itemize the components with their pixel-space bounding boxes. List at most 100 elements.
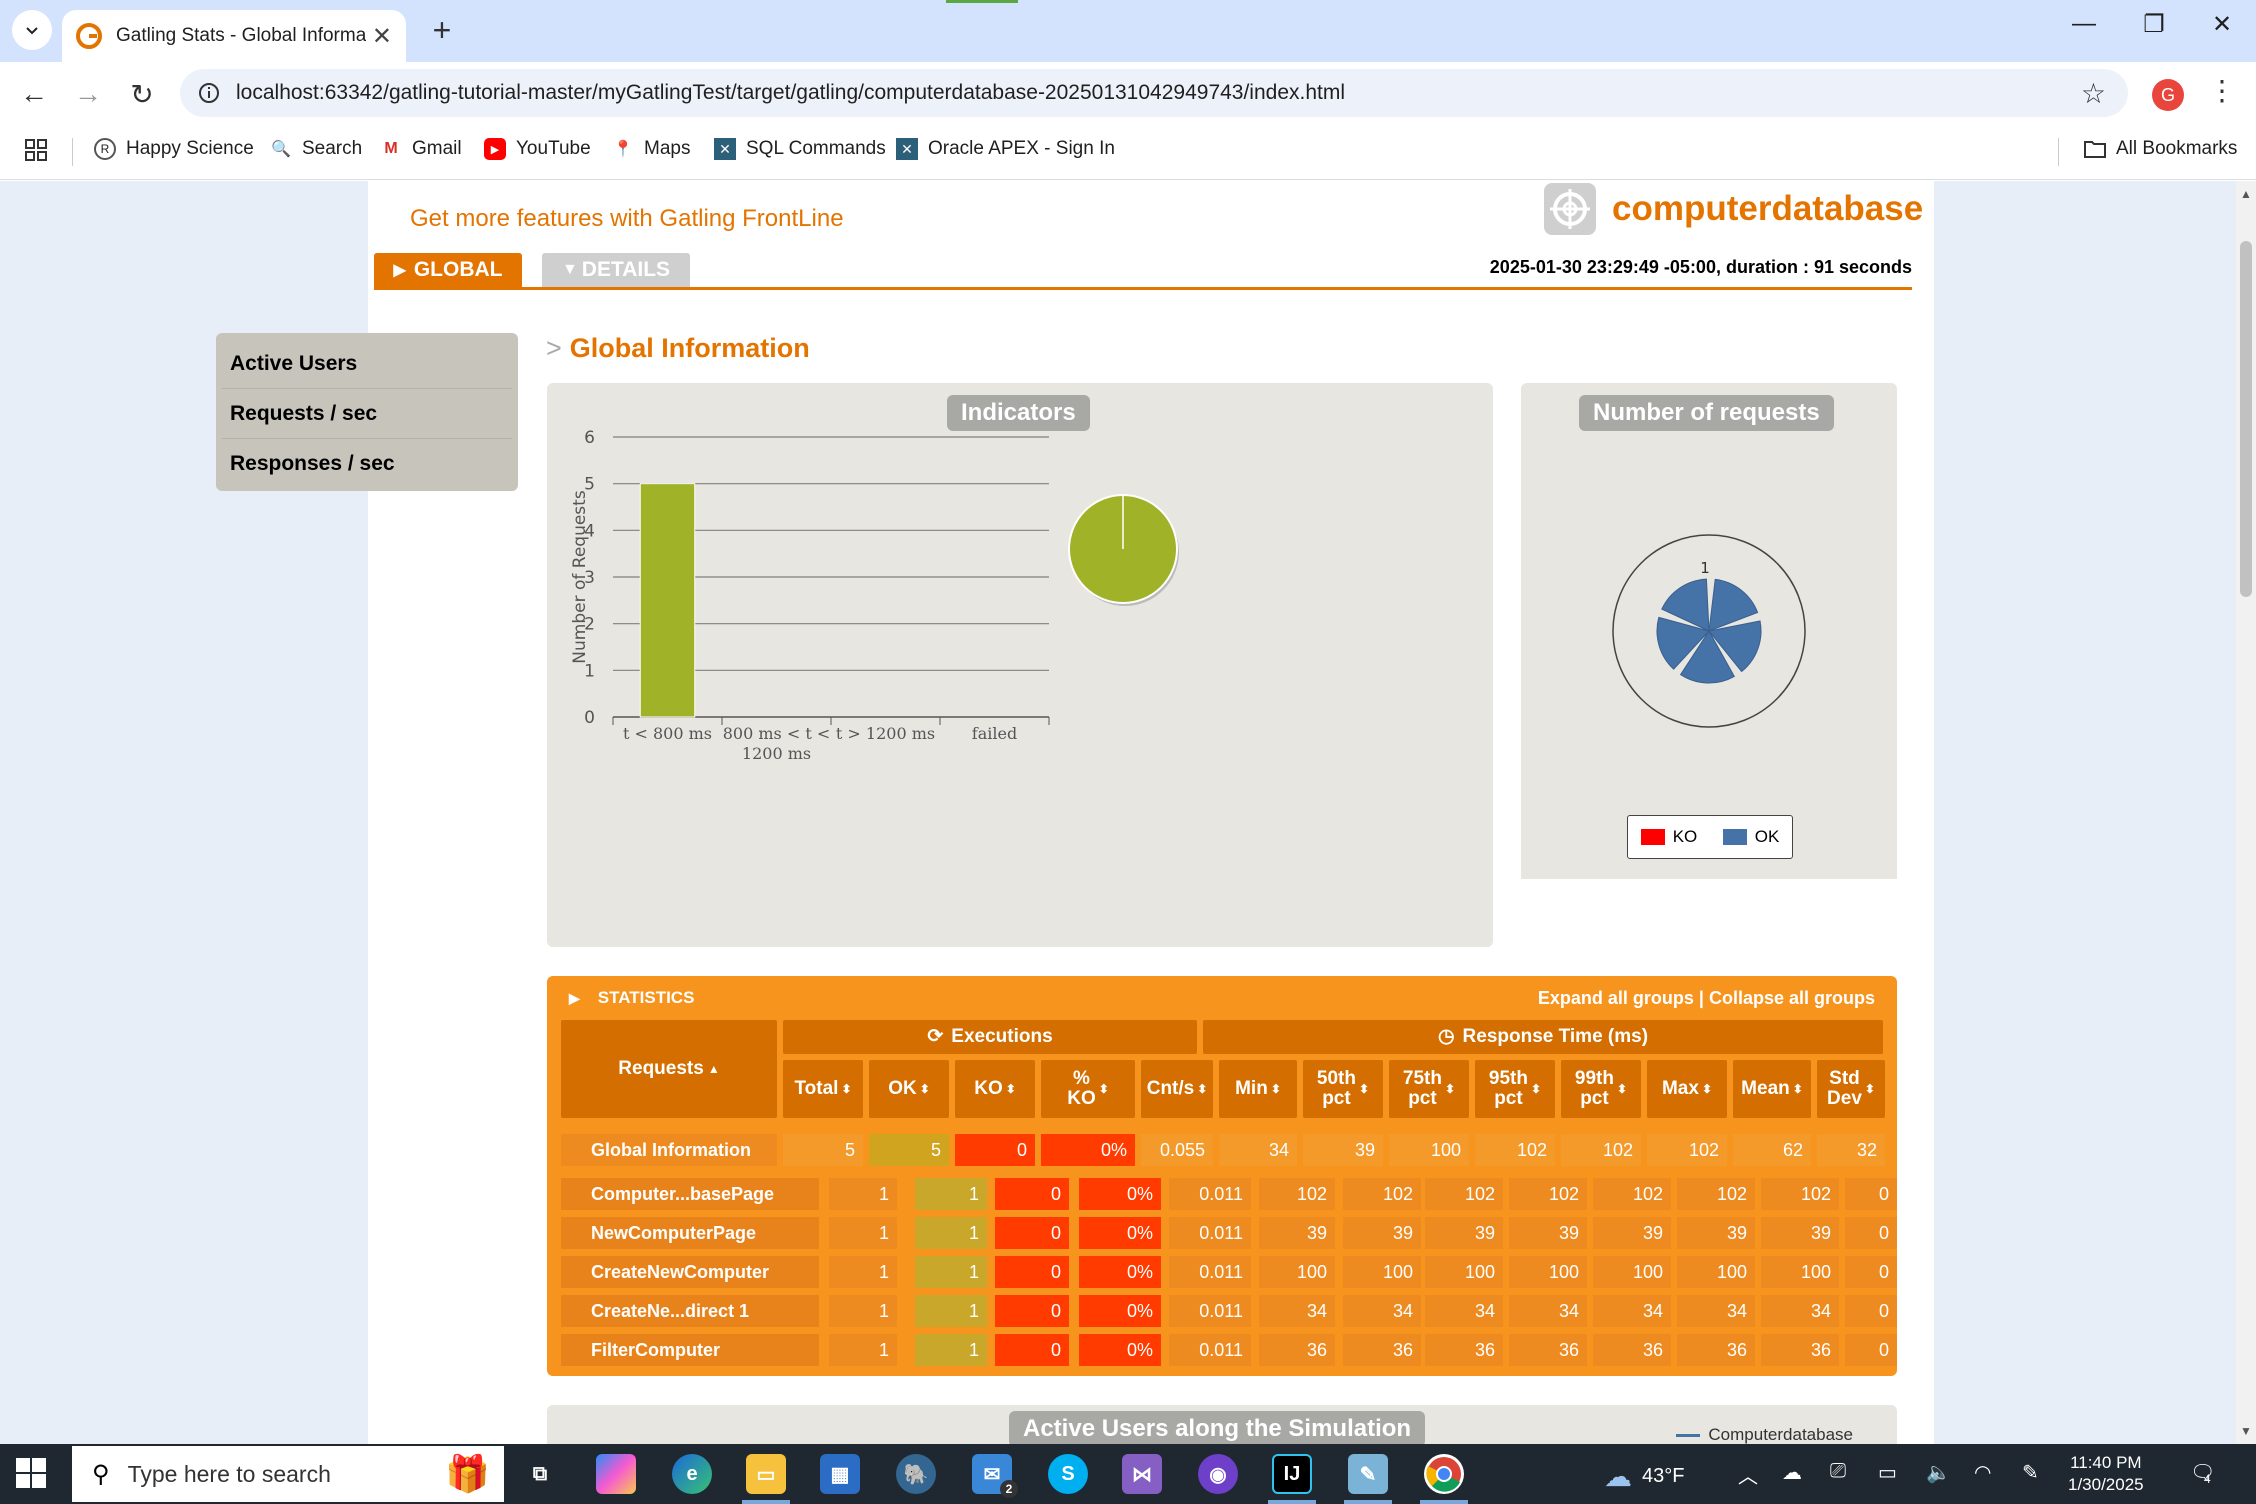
column-header-cnt-s[interactable]: Cnt/s ⬍ <box>1141 1060 1213 1118</box>
column-header-mean[interactable]: Mean ⬍ <box>1733 1060 1811 1118</box>
address-bar[interactable]: localhost:63342/gatling-tutorial-master/… <box>180 69 2128 117</box>
start-button[interactable] <box>16 1458 46 1493</box>
github-desktop-icon[interactable]: ◉ <box>1198 1454 1238 1494</box>
table-row-cell: 34 <box>1425 1295 1503 1327</box>
skype-icon[interactable]: S <box>1048 1454 1088 1494</box>
sidebar-menu: Active Users Requests / sec Responses / … <box>216 333 518 491</box>
scroll-down-icon[interactable]: ▼ <box>2240 1424 2252 1438</box>
weather-widget[interactable]: ☁ 43°F <box>1604 1460 1684 1493</box>
page-scrollbar[interactable]: ▲ ▼ <box>2236 181 2256 1444</box>
table-row-name[interactable]: CreateNewComputer <box>561 1256 819 1288</box>
reload-button[interactable]: ↻ <box>122 74 162 114</box>
table-row-name[interactable]: NewComputerPage <box>561 1217 819 1249</box>
close-window-button[interactable]: ✕ <box>2192 10 2252 39</box>
expand-collapse-groups[interactable]: Expand all groups | Collapse all groups <box>1538 988 1875 1009</box>
column-header-75th-pct[interactable]: 75th pct ⬍ <box>1389 1060 1469 1118</box>
table-row-cell: 39 <box>1425 1217 1503 1249</box>
battery-icon[interactable]: ▭ <box>1878 1460 1897 1485</box>
active-users-panel: Active Users along the Simulation Comput… <box>547 1405 1897 1444</box>
column-header-95th-pct[interactable]: 95th pct ⬍ <box>1475 1060 1555 1118</box>
microsoft-store-icon[interactable]: ▦ <box>820 1454 860 1494</box>
pen-icon[interactable]: ✎ <box>2022 1460 2039 1485</box>
table-row-cell: 1 <box>829 1217 897 1249</box>
column-header-50th-pct[interactable]: 50th pct ⬍ <box>1303 1060 1383 1118</box>
apps-grid-icon[interactable] <box>24 138 48 162</box>
tab-details[interactable]: ▼ DETAILS <box>542 253 690 287</box>
system-clock[interactable]: 11:40 PM 1/30/2025 <box>2068 1452 2144 1496</box>
minimize-button[interactable]: — <box>2054 10 2114 38</box>
wifi-icon[interactable]: ◠ <box>1974 1460 1991 1485</box>
scroll-thumb[interactable] <box>2240 241 2252 597</box>
requests-column-header[interactable]: Requests ▲ <box>561 1020 777 1118</box>
bookmark-star-icon[interactable]: ☆ <box>2081 77 2106 110</box>
url-text: localhost:63342/gatling-tutorial-master/… <box>236 81 1346 104</box>
mail-icon[interactable]: ✉ 2 <box>972 1454 1018 1498</box>
copilot-icon[interactable] <box>596 1454 636 1494</box>
statistics-toggle[interactable]: ▶ STATISTICS <box>569 988 694 1008</box>
table-row-cell: 36 <box>1593 1334 1671 1366</box>
bookmark-sql-commands[interactable]: ✕ SQL Commands <box>714 138 886 160</box>
close-tab-icon[interactable]: ✕ <box>372 22 392 51</box>
sidebar-item-active-users[interactable]: Active Users <box>222 339 512 389</box>
column-header-ko[interactable]: KO ⬍ <box>955 1060 1035 1118</box>
volume-icon[interactable]: 🔈 <box>1926 1460 1951 1485</box>
new-tab-button[interactable]: + <box>422 12 462 49</box>
sidebar-item-responses-sec[interactable]: Responses / sec <box>222 439 512 489</box>
apex-icon: ✕ <box>714 138 736 160</box>
table-row-cell: 1 <box>915 1217 987 1249</box>
forward-button[interactable]: → <box>68 74 108 114</box>
table-row-cell: 100 <box>1593 1256 1671 1288</box>
bookmark-oracle-apex[interactable]: ✕ Oracle APEX - Sign In <box>896 138 1115 160</box>
tray-overflow-icon[interactable]: ︿ <box>1738 1460 1758 1489</box>
gmail-icon: M <box>384 140 398 157</box>
scroll-up-icon[interactable]: ▲ <box>2240 187 2252 201</box>
onedrive-icon[interactable]: ☁ <box>1782 1460 1802 1485</box>
column-header-total[interactable]: Total ⬍ <box>783 1060 863 1118</box>
file-explorer-icon[interactable]: ▭ <box>746 1454 786 1494</box>
legend-swatch-ok <box>1722 829 1747 845</box>
restore-button[interactable]: ❐ <box>2124 10 2184 39</box>
edge-icon[interactable]: e <box>672 1454 712 1494</box>
x-tick-label: failed <box>972 724 1017 743</box>
sidebar-item-requests-sec[interactable]: Requests / sec <box>222 389 512 439</box>
bookmark-gmail[interactable]: M Gmail <box>380 138 461 160</box>
browser-menu-icon[interactable]: ⋮ <box>2208 74 2236 107</box>
profile-avatar[interactable]: G <box>2152 79 2184 111</box>
visual-studio-icon[interactable]: ⋈ <box>1122 1454 1162 1494</box>
bookmark-happy-science[interactable]: R Happy Science <box>94 138 254 160</box>
back-button[interactable]: ← <box>14 74 54 114</box>
task-view-icon[interactable]: ⧉ <box>520 1454 560 1494</box>
frontline-link[interactable]: Get more features with Gatling FrontLine <box>410 205 844 233</box>
tab-search-button[interactable] <box>12 10 52 50</box>
executions-group-header: ⟳ Executions <box>783 1020 1197 1054</box>
column-header-std-dev[interactable]: Std Dev ⬍ <box>1817 1060 1885 1118</box>
notepad-icon[interactable]: ✎ <box>1348 1454 1388 1494</box>
column-header-99th-pct[interactable]: 99th pct ⬍ <box>1561 1060 1641 1118</box>
meet-now-icon[interactable]: ⎚ <box>1830 1460 1846 1483</box>
table-row-name[interactable]: FilterComputer <box>561 1334 819 1366</box>
column-header-max[interactable]: Max ⬍ <box>1647 1060 1727 1118</box>
browser-tab-active[interactable]: Gatling Stats - Global Informati ✕ <box>62 10 406 62</box>
table-row-name[interactable]: CreateNe...direct 1 <box>561 1295 819 1327</box>
table-row-cell: 0% <box>1079 1217 1161 1249</box>
all-bookmarks-button[interactable]: All Bookmarks <box>2084 138 2237 160</box>
bookmark-maps[interactable]: 📍 Maps <box>612 138 690 160</box>
postgres-icon[interactable]: 🐘 <box>896 1454 936 1494</box>
info-icon[interactable] <box>198 82 220 104</box>
table-row-name[interactable]: Computer...basePage <box>561 1178 819 1210</box>
chrome-icon[interactable] <box>1424 1454 1464 1494</box>
legend-item-ko[interactable]: KO <box>1640 827 1697 847</box>
bookmark-youtube[interactable]: ▶ YouTube <box>484 138 591 160</box>
tab-global[interactable]: ▶ GLOBAL <box>374 253 522 287</box>
global-row-cell: 0 <box>955 1134 1035 1166</box>
column-header--ko[interactable]: % KO ⬍ <box>1041 1060 1135 1118</box>
global-row-cell: 102 <box>1647 1134 1727 1166</box>
column-header-min[interactable]: Min ⬍ <box>1219 1060 1297 1118</box>
legend-item-ok[interactable]: OK <box>1722 827 1779 847</box>
notification-center-icon[interactable]: 🗨 4 <box>2190 1460 2215 1486</box>
bookmark-search[interactable]: 🔍 Search <box>270 138 362 160</box>
taskbar-search[interactable]: ⚲ Type here to search 🎁 <box>72 1446 504 1502</box>
column-header-ok[interactable]: OK ⬍ <box>869 1060 949 1118</box>
requests-legend: KO OK <box>1627 815 1793 859</box>
intellij-icon[interactable]: IJ <box>1272 1454 1312 1494</box>
